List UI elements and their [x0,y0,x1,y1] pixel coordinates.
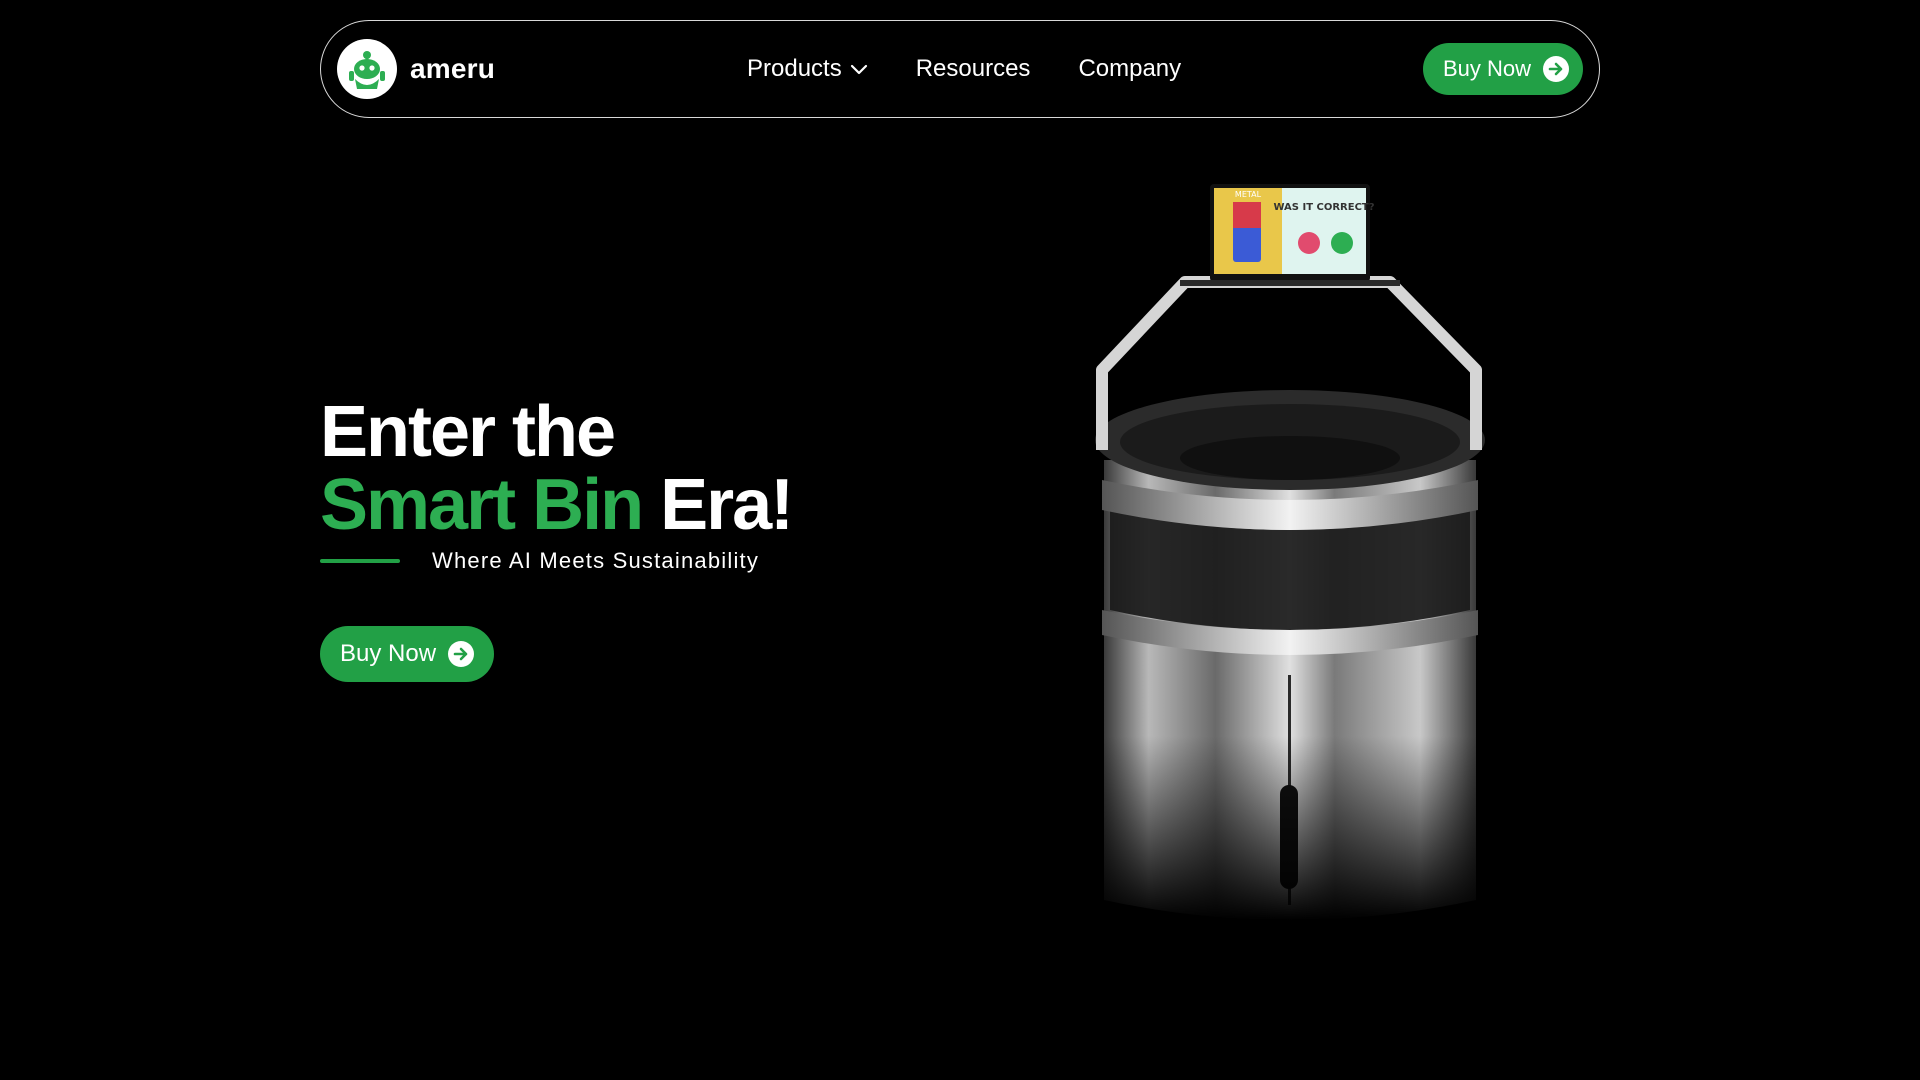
arrow-right-icon [448,641,475,667]
main-menu: Products Resources Company [747,21,1181,117]
hero-title-rest: Era! [660,465,794,545]
hero-buy-now-button[interactable]: Buy Now [320,626,495,682]
screen-label: METAL [1235,190,1262,199]
tagline-divider [320,559,400,563]
hero-buy-now-label: Buy Now [340,640,437,667]
nav-item-company-label: Company [1078,55,1182,82]
nav-item-products-label: Products [747,55,842,82]
brand[interactable]: ameru [337,39,495,99]
nav-item-company[interactable]: Company [1078,55,1181,83]
navbar: ameru Products Resources Company Buy Now [320,20,1600,118]
robot-icon [337,39,397,99]
chevron-down-icon [850,64,867,75]
tagline-row: Where AI Meets Sustainability [320,548,759,574]
brand-name: ameru [410,53,496,84]
nav-buy-now-button[interactable]: Buy Now [1422,43,1583,95]
nav-buy-now-label: Buy Now [1442,56,1531,81]
nav-item-resources[interactable]: Resources [916,55,1031,83]
hero-title: Enter the Smart Bin Era! [320,396,794,545]
tagline: Where AI Meets Sustainability [432,548,760,573]
nav-item-resources-label: Resources [915,55,1031,82]
arrow-right-icon [1543,56,1569,82]
hero-title-highlight: Smart Bin [320,465,644,545]
page: ameru Products Resources Company Buy Now [0,0,1920,1080]
nav-item-products[interactable]: Products [747,55,868,83]
hero-title-line1: Enter the [320,392,616,472]
screen-question: WAS IT CORRECT? [1273,202,1374,213]
smart-bin-image: METAL WAS IT CORRECT? [1080,180,1500,920]
